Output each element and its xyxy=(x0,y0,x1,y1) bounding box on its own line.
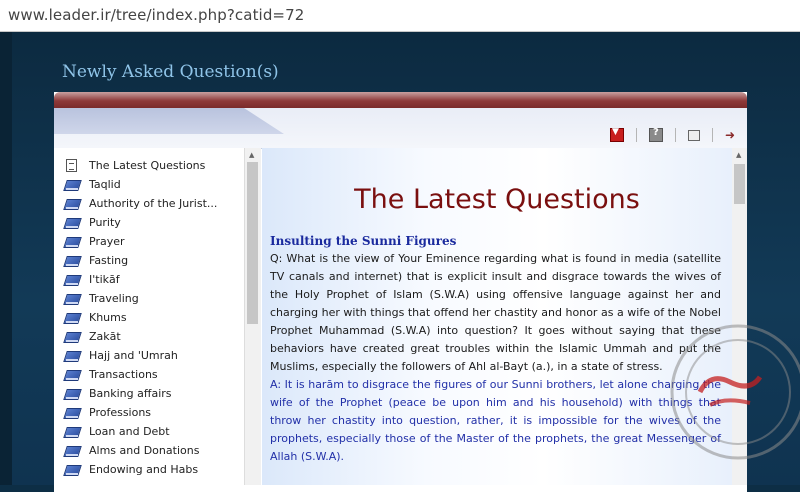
sidebar-item[interactable]: Prayer xyxy=(64,232,217,251)
book-icon xyxy=(64,236,80,248)
url-text[interactable]: www.leader.ir/tree/index.php?catid=72 xyxy=(8,6,304,24)
scroll-up-icon[interactable]: ▲ xyxy=(249,151,254,159)
sidebar-item-label: Prayer xyxy=(89,235,125,248)
content-scroll-thumb[interactable] xyxy=(734,164,745,204)
book-icon xyxy=(64,445,80,457)
sidebar-item-label: Endowing and Habs xyxy=(89,463,199,476)
content-scrollbar[interactable]: ▲ xyxy=(732,148,747,485)
book-icon xyxy=(64,407,80,419)
sidebar-item-label: Taqlid xyxy=(89,178,121,191)
sidebar-item-label: Khums xyxy=(89,311,127,324)
book-icon xyxy=(64,464,80,476)
download-icon[interactable] xyxy=(610,127,624,142)
book-icon xyxy=(64,198,80,210)
sidebar-item[interactable]: Professions xyxy=(64,403,217,422)
sidebar-item-label: Authority of the Jurist... xyxy=(89,197,218,210)
sidebar-item[interactable]: Banking affairs xyxy=(64,384,217,403)
content-title: The Latest Questions xyxy=(354,184,640,215)
sidebar-item[interactable]: Fasting xyxy=(64,251,217,270)
book-icon xyxy=(64,293,80,305)
scroll-up-icon[interactable]: ▲ xyxy=(736,151,741,159)
toolbar-divider xyxy=(675,128,676,142)
book-icon xyxy=(64,369,80,381)
section-title: Newly Asked Question(s) xyxy=(62,62,279,82)
sidebar-item-label: Purity xyxy=(89,216,121,229)
book-icon xyxy=(64,350,80,362)
sidebar-item-label: Zakāt xyxy=(89,330,121,343)
sidebar-item[interactable]: Traveling xyxy=(64,289,217,308)
toolbar-divider xyxy=(636,128,637,142)
sidebar-item-label: Hajj and 'Umrah xyxy=(89,349,178,362)
sidebar-item[interactable]: Hajj and 'Umrah xyxy=(64,346,217,365)
book-icon xyxy=(64,331,80,343)
sidebar-item[interactable]: Khums xyxy=(64,308,217,327)
forward-icon[interactable]: ➜ xyxy=(725,129,737,141)
sidebar-item[interactable]: Loan and Debt xyxy=(64,422,217,441)
sidebar-item[interactable]: Authority of the Jurist... xyxy=(64,194,217,213)
sidebar-item-label: The Latest Questions xyxy=(89,159,206,172)
sidebar-item-label: Fasting xyxy=(89,254,129,267)
panel-header-bar xyxy=(54,92,747,108)
help-icon[interactable] xyxy=(649,127,663,142)
sidebar-item-label: Banking affairs xyxy=(89,387,172,400)
sidebar-item-label: Traveling xyxy=(89,292,139,305)
question-text: Q: What is the view of Your Eminence reg… xyxy=(270,252,721,373)
book-icon xyxy=(64,217,80,229)
answer-text: A: It is harām to disgrace the figures o… xyxy=(270,378,721,463)
sidebar-item[interactable]: I'tikāf xyxy=(64,270,217,289)
sidebar-item[interactable]: Endowing and Habs xyxy=(64,460,217,479)
book-icon xyxy=(64,179,80,191)
sidebar-item-label: Professions xyxy=(89,406,152,419)
sidebar-item[interactable]: Alms and Donations xyxy=(64,441,217,460)
sidebar-list: The Latest Questions Taqlid Authority of t… xyxy=(64,156,217,479)
book-icon xyxy=(64,388,80,400)
sidebar-item[interactable]: Zakāt xyxy=(64,327,217,346)
address-bar[interactable]: www.leader.ir/tree/index.php?catid=72 xyxy=(0,0,800,32)
panel-toolbar: ➜ xyxy=(54,108,747,149)
toolbar-divider xyxy=(712,128,713,142)
toolbar-actions: ➜ xyxy=(610,127,737,142)
sidebar-item-label: Loan and Debt xyxy=(89,425,170,438)
sidebar-scroll-thumb[interactable] xyxy=(247,162,258,324)
sidebar-item-label: Alms and Donations xyxy=(89,444,200,457)
document-icon xyxy=(66,159,77,172)
toolbar-tab-shape xyxy=(54,108,284,134)
sidebar-item[interactable]: Purity xyxy=(64,213,217,232)
print-icon[interactable] xyxy=(688,129,700,141)
question-heading[interactable]: Insulting the Sunni Figures xyxy=(270,234,456,248)
book-icon xyxy=(64,255,80,267)
sidebar-item[interactable]: Taqlid xyxy=(64,175,217,194)
book-icon xyxy=(64,274,80,286)
sidebar-item-label: Transactions xyxy=(89,368,158,381)
book-icon xyxy=(64,312,80,324)
sidebar-item[interactable]: Transactions xyxy=(64,365,217,384)
sidebar: The Latest Questions Taqlid Authority of t… xyxy=(54,148,260,485)
sidebar-item-label: I'tikāf xyxy=(89,273,120,286)
content-area: The Latest Questions Insulting the Sunni… xyxy=(262,148,732,485)
sidebar-item[interactable]: The Latest Questions xyxy=(64,156,217,175)
book-icon xyxy=(64,426,80,438)
sidebar-scrollbar[interactable]: ▲ xyxy=(244,148,261,485)
